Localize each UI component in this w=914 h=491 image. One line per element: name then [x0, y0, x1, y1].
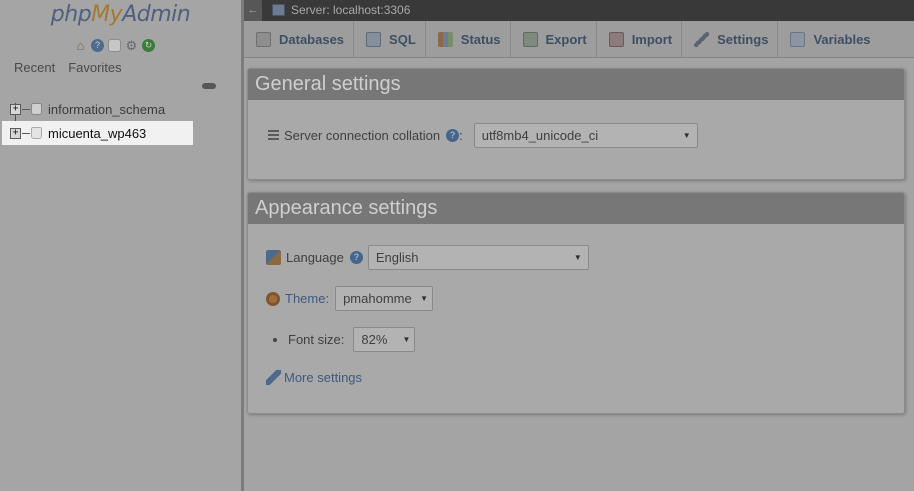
collation-colon: : [459, 128, 463, 143]
language-value: English [375, 250, 419, 265]
sql-icon [366, 31, 382, 47]
tab-label: Export [545, 31, 587, 47]
theme-row: Theme: pmahomme ▼ [266, 286, 434, 311]
collation-icon [268, 130, 279, 141]
nav-tab-recent[interactable]: Recent [14, 60, 55, 75]
databases-icon [256, 31, 271, 47]
panel-title: General settings [248, 69, 904, 100]
expand-icon[interactable]: + [10, 127, 21, 139]
collation-select[interactable]: utf8mb4_unicode_ci ▼ [473, 123, 698, 148]
navigation-panel: phpMyAdmin ⌂ ? ⚙ ↻ Recent Favorites + in… [0, 0, 241, 491]
language-select[interactable]: English ▼ [367, 245, 589, 270]
font-size-select[interactable]: 82% ▼ [353, 327, 416, 352]
collation-label: Server connection collation [284, 128, 441, 143]
database-icon [31, 127, 42, 139]
top-menu: Databases SQL Status Export Import Setti… [244, 21, 914, 58]
help-icon[interactable]: ? [446, 129, 460, 142]
database-name[interactable]: information_schema [48, 102, 165, 117]
database-icon [31, 103, 42, 115]
tab-label: SQL [389, 31, 416, 47]
server-icon [272, 4, 285, 16]
server-breadcrumb-bar: ← Server: localhost:3306 [244, 0, 914, 21]
tab-variables[interactable]: Variables [778, 21, 879, 57]
font-size-value: 82% [361, 332, 388, 347]
font-size-label: Font size: [288, 332, 345, 347]
appearance-settings-panel: Appearance settings Language ? English ▼… [247, 192, 905, 414]
export-icon [522, 31, 538, 47]
database-name[interactable]: micuenta_wp463 [48, 126, 146, 141]
docs-icon[interactable] [108, 38, 121, 52]
collation-value: utf8mb4_unicode_ci [481, 128, 599, 143]
tree-dash [22, 108, 30, 110]
settings-icon [694, 31, 710, 47]
nav-tabs: Recent Favorites [14, 60, 122, 75]
panel-title: Appearance settings [248, 193, 904, 224]
theme-icon [266, 291, 280, 306]
logo-php: php [50, 2, 92, 27]
language-row: Language ? English ▼ [266, 245, 589, 270]
database-tree: + information_schema + micuenta_wp463 [0, 97, 241, 145]
theme-label[interactable]: Theme: [285, 291, 329, 306]
tab-sql[interactable]: SQL [354, 21, 426, 57]
tab-status[interactable]: Status [426, 21, 511, 57]
expand-icon[interactable]: + [10, 103, 21, 115]
nav-tab-favorites[interactable]: Favorites [68, 60, 121, 75]
server-breadcrumb[interactable]: Server: localhost:3306 [291, 0, 410, 21]
more-settings-link[interactable]: More settings [284, 370, 362, 385]
database-item[interactable]: + information_schema [0, 97, 241, 121]
dropdown-arrow-icon: ▼ [573, 253, 582, 262]
tab-label: Variables [813, 31, 871, 47]
reload-icon[interactable]: ↻ [142, 38, 155, 52]
tab-label: Status [460, 31, 501, 47]
bullet-icon [273, 337, 277, 342]
theme-value: pmahomme [343, 291, 412, 306]
import-icon [608, 31, 624, 47]
tab-export[interactable]: Export [511, 21, 597, 57]
dropdown-arrow-icon: ▼ [682, 131, 691, 140]
tree-dash [22, 132, 30, 134]
collation-row: Server connection collation ? : utf8mb4_… [268, 123, 698, 148]
tab-databases[interactable]: Databases [244, 21, 355, 57]
dropdown-arrow-icon: ▼ [420, 294, 429, 303]
phpmyadmin-logo[interactable]: phpMyAdmin [0, 0, 241, 30]
general-settings-panel: General settings Server connection colla… [247, 68, 905, 180]
tab-import[interactable]: Import [597, 21, 683, 57]
more-settings-row: More settings [266, 370, 362, 385]
tab-settings[interactable]: Settings [682, 21, 779, 57]
database-item-highlighted[interactable]: + micuenta_wp463 [2, 121, 193, 145]
main-content: General settings Server connection colla… [244, 58, 914, 491]
link-with-main-icon[interactable] [202, 83, 216, 89]
logo-my: My [91, 2, 123, 27]
theme-select[interactable]: pmahomme ▼ [335, 286, 434, 311]
nav-icon-bar: ⌂ ? ⚙ ↻ [74, 38, 155, 52]
language-icon [266, 250, 281, 265]
collapse-nav-icon[interactable]: ← [244, 0, 262, 21]
settings-gear-icon[interactable]: ⚙ [125, 39, 138, 52]
wrench-icon [266, 370, 281, 385]
help-icon[interactable]: ? [91, 38, 104, 52]
tab-label: Settings [717, 31, 769, 47]
dropdown-arrow-icon: ▼ [402, 335, 411, 344]
variables-icon [790, 31, 806, 47]
tab-label: Import [631, 31, 673, 47]
help-icon[interactable]: ? [349, 251, 363, 264]
font-size-row: Font size: 82% ▼ [273, 327, 416, 352]
home-icon[interactable]: ⌂ [74, 39, 87, 52]
language-label: Language [286, 250, 344, 265]
logo-admin: Admin [122, 2, 191, 27]
tab-label: Databases [279, 31, 345, 47]
status-icon [437, 31, 453, 47]
